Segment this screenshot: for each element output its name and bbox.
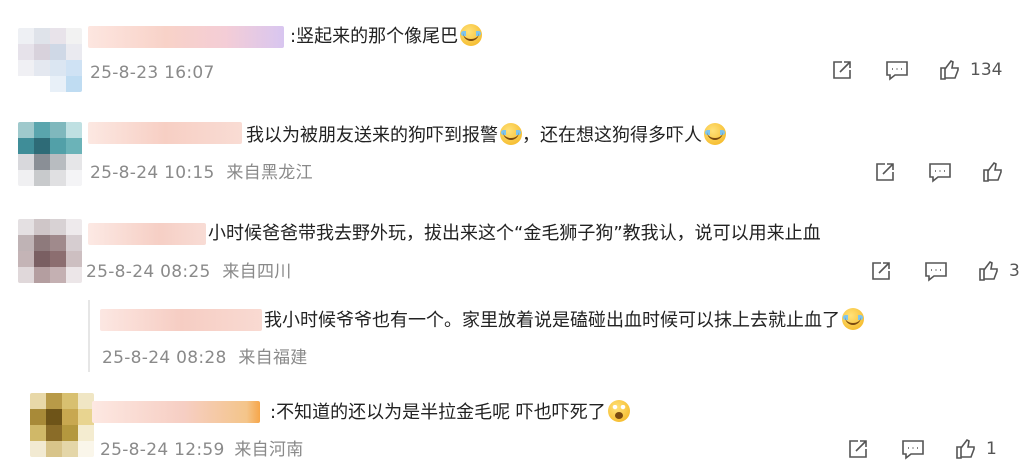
username-blurred[interactable] <box>92 401 260 423</box>
timestamp: 25-8-24 12:59 <box>100 440 225 460</box>
comment-icon <box>902 440 924 460</box>
comment-meta: 25-8-24 08:28 来自福建 <box>102 347 308 369</box>
comment-icon <box>886 61 908 81</box>
comment-button[interactable] <box>900 437 926 461</box>
like-count: 1 <box>986 439 997 459</box>
comment-actions <box>873 160 1013 184</box>
share-button[interactable] <box>830 58 854 82</box>
thumbs-up-icon <box>979 260 998 281</box>
avatar[interactable] <box>18 219 82 283</box>
shocked-face-emoji-icon <box>607 400 630 422</box>
timestamp: 25-8-24 08:28 <box>102 348 227 368</box>
crying-laughing-emoji-icon <box>500 123 522 145</box>
username-blurred[interactable] <box>88 26 284 48</box>
username-blurred[interactable] <box>88 122 242 144</box>
thumbs-up-icon <box>940 59 959 80</box>
avatar[interactable] <box>18 28 82 92</box>
share-icon <box>833 61 851 79</box>
thumbs-up-icon <box>983 161 1002 182</box>
comment-actions: 134 <box>830 58 1002 82</box>
comment-text: 小时候爸爸带我去野外玩，拔出来这个“金毛狮子狗”教我认，说可以用来止血 <box>208 222 821 246</box>
reply-item: 我小时候爷爷也有一个。家里放着说是磕碰出血时候可以抹上去就止血了 25-8-24… <box>0 295 1024 380</box>
like-button[interactable] <box>981 160 1013 184</box>
comment-body: :竖起来的那个像尾巴 <box>290 26 459 47</box>
username-blurred[interactable] <box>100 309 262 331</box>
comment-body-continued: ，还在想这狗得多吓人 <box>522 125 702 146</box>
comment-item: :竖起来的那个像尾巴 25-8-23 16:07 134 <box>0 0 1024 92</box>
timestamp: 25-8-24 10:15 <box>90 163 215 183</box>
crying-laughing-emoji-icon <box>842 308 864 330</box>
location: 来自四川 <box>222 262 292 282</box>
comment-item: 小时候爸爸带我去野外玩，拔出来这个“金毛狮子狗”教我认，说可以用来止血 25-8… <box>0 205 1024 295</box>
comment-button[interactable] <box>923 259 949 283</box>
comment-body: 我小时候爷爷也有一个。家里放着说是磕碰出血时候可以抹上去就止血了 <box>264 310 840 331</box>
comment-meta: 25-8-23 16:07 <box>90 62 215 84</box>
comment-icon <box>925 262 947 282</box>
comment-body: :不知道的还以为是半拉金毛呢 吓也吓死了 <box>270 402 606 423</box>
comment-meta: 25-8-24 10:15 来自黑龙江 <box>90 162 313 184</box>
comment-meta: 25-8-24 08:25 来自四川 <box>86 261 292 283</box>
share-button[interactable] <box>846 437 870 461</box>
timestamp: 25-8-24 08:25 <box>86 262 211 282</box>
comment-body: 我以为被朋友送来的狗吓到报警 <box>246 125 498 146</box>
share-button[interactable] <box>869 259 893 283</box>
like-button[interactable]: 1 <box>954 437 997 461</box>
username-blurred[interactable] <box>88 223 206 245</box>
comment-icon <box>929 163 951 183</box>
thumbs-up-icon <box>956 438 975 459</box>
crying-laughing-emoji-icon <box>704 123 726 145</box>
like-count: 134 <box>970 60 1003 80</box>
share-icon <box>849 440 867 458</box>
comment-button[interactable] <box>884 58 910 82</box>
location: 来自福建 <box>238 348 308 368</box>
comment-text: :不知道的还以为是半拉金毛呢 吓也吓死了 <box>270 400 630 425</box>
comment-text: :竖起来的那个像尾巴 <box>290 24 483 49</box>
share-icon <box>876 163 894 181</box>
comment-item: :不知道的还以为是半拉金毛呢 吓也吓死了 25-8-24 12:59 来自河南 … <box>0 385 1024 476</box>
avatar[interactable] <box>18 122 82 186</box>
location: 来自河南 <box>234 440 304 460</box>
comment-actions: 3 <box>869 259 1020 283</box>
timestamp: 25-8-23 16:07 <box>90 63 215 83</box>
avatar[interactable] <box>30 393 94 457</box>
comment-text: 我以为被朋友送来的狗吓到报警 ，还在想这狗得多吓人 <box>246 123 726 148</box>
comment-text: 我小时候爷爷也有一个。家里放着说是磕碰出血时候可以抹上去就止血了 <box>264 308 864 333</box>
like-button[interactable]: 134 <box>938 58 1002 82</box>
share-button[interactable] <box>873 160 897 184</box>
like-button[interactable]: 3 <box>977 259 1020 283</box>
comment-meta: 25-8-24 12:59 来自河南 <box>100 439 304 461</box>
comment-button[interactable] <box>927 160 953 184</box>
comment-item: 我以为被朋友送来的狗吓到报警 ，还在想这狗得多吓人 25-8-24 10:15 来… <box>0 100 1024 200</box>
comment-actions: 1 <box>846 437 997 461</box>
comment-body: 小时候爸爸带我去野外玩，拔出来这个“金毛狮子狗”教我认，说可以用来止血 <box>208 223 821 244</box>
location: 来自黑龙江 <box>226 163 313 183</box>
crying-laughing-emoji-icon <box>460 24 483 46</box>
share-icon <box>872 262 890 280</box>
like-count: 3 <box>1009 261 1020 281</box>
